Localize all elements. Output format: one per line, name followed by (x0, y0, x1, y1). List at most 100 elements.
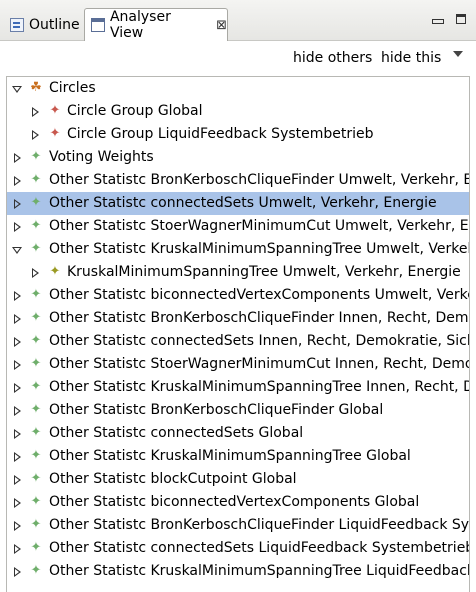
minimize-icon[interactable] (432, 19, 444, 24)
tree-item-statistic[interactable]: ✦ Other Statistc biconnectedVertexCompon… (7, 491, 469, 514)
collapsed-icon[interactable] (14, 406, 21, 416)
tree-item-statistic[interactable]: ✦ Other Statistc connectedSets Global (7, 422, 469, 445)
tree-item-statistic[interactable]: ✦ Other Statistc connectedSets LiquidFee… (7, 537, 469, 560)
collapsed-icon[interactable] (14, 153, 21, 163)
collapsed-icon[interactable] (14, 475, 21, 485)
tree-item-label: Other Statistc BronKerboschCliqueFinder … (49, 517, 470, 533)
tree-item-statistic[interactable]: ✦ Other Statistc KruskalMinimumSpanningT… (7, 376, 469, 399)
tab-outline-label: Outline (29, 16, 80, 33)
tree-item-statistic[interactable]: ✦ Other Statistc StoerWagnerMinimumCut U… (7, 215, 469, 238)
tree-item-label: Other Statistc KruskalMinimumSpanningTre… (49, 563, 470, 579)
statistic-icon: ✦ (30, 218, 42, 233)
expanded-icon[interactable] (12, 247, 22, 254)
tree-item-circles[interactable]: ☘ Circles (7, 77, 469, 100)
tree-item-label: Other Statistc biconnectedVertexComponen… (49, 287, 469, 303)
tree-item-statistic-expanded[interactable]: ✦ Other Statistc KruskalMinimumSpanningT… (7, 238, 469, 261)
tree-item-statistic[interactable]: ✦ Other Statistc KruskalMinimumSpanningT… (7, 560, 469, 583)
collapsed-icon[interactable] (14, 383, 21, 393)
tree-item-statistic[interactable]: ✦ Other Statistc blockCutpoint Global (7, 468, 469, 491)
tree-item-circle-group-global[interactable]: ✦ Circle Group Global (7, 100, 469, 123)
collapsed-icon[interactable] (14, 498, 21, 508)
tree-item-statistic[interactable]: ✦ Other Statistc StoerWagnerMinimumCut I… (7, 353, 469, 376)
collapsed-icon[interactable] (14, 452, 21, 462)
tree-item-label: Other Statistc BronKerboschCliqueFinder … (49, 310, 469, 326)
collapsed-icon[interactable] (14, 337, 21, 347)
view-icon (91, 18, 105, 32)
statistic-icon: ✦ (30, 471, 42, 486)
collapsed-icon[interactable] (14, 429, 21, 439)
tree-item-statistic-child[interactable]: ✦ KruskalMinimumSpanningTree Umwelt, Ver… (7, 261, 469, 284)
collapsed-icon[interactable] (14, 176, 21, 186)
statistic-icon: ✦ (30, 402, 42, 417)
analyser-tree[interactable]: ☘ Circles ✦ Circle Group Global ✦ Circle… (6, 76, 470, 592)
close-icon[interactable]: ⊠ (216, 18, 227, 33)
collapsed-icon[interactable] (14, 567, 21, 577)
tree-item-label: Circle Group LiquidFeedback Systembetrie… (67, 126, 374, 142)
tree-item-label: Other Statistc connectedSets Innen, Rech… (49, 333, 470, 349)
collapsed-icon[interactable] (14, 291, 21, 301)
statistic-icon: ✦ (30, 195, 42, 210)
tree-item-statistic[interactable]: ✦ Other Statistc BronKerboschCliqueFinde… (7, 514, 469, 537)
statistic-icon: ✦ (30, 149, 42, 164)
tree-item-circle-group-liquidfeedback[interactable]: ✦ Circle Group LiquidFeedback Systembetr… (7, 123, 469, 146)
collapsed-icon[interactable] (14, 544, 21, 554)
tree-item-label: Other Statistc BronKerboschCliqueFinder … (49, 172, 470, 188)
tree-item-label: KruskalMinimumSpanningTree Umwelt, Verke… (67, 264, 461, 280)
statistic-icon: ✦ (30, 448, 42, 463)
statistic-result-icon: ✦ (49, 264, 61, 279)
collapsed-icon[interactable] (14, 314, 21, 324)
tree-item-label: Other Statistc StoerWagnerMinimumCut Inn… (49, 356, 469, 372)
statistic-icon: ✦ (30, 310, 42, 325)
view-toolbar: hide others hide this (0, 41, 476, 73)
tree-item-label: Other Statistc connectedSets Umwelt, Ver… (49, 195, 437, 211)
collapsed-icon[interactable] (14, 199, 21, 209)
tree-item-statistic[interactable]: ✦ Other Statistc BronKerboschCliqueFinde… (7, 399, 469, 422)
tree-item-statistic-selected[interactable]: ✦ Other Statistc connectedSets Umwelt, V… (7, 192, 469, 215)
statistic-icon: ✦ (30, 172, 42, 187)
statistic-icon: ✦ (30, 379, 42, 394)
statistic-icon: ✦ (30, 287, 42, 302)
statistic-icon: ✦ (30, 494, 42, 509)
tree-item-statistic[interactable]: ✦ Other Statistc BronKerboschCliqueFinde… (7, 307, 469, 330)
tree-item-label: Other Statistc KruskalMinimumSpanningTre… (49, 448, 411, 464)
collapsed-icon[interactable] (14, 521, 21, 531)
collapsed-icon[interactable] (14, 222, 21, 232)
tree-item-statistic[interactable]: ✦ Other Statistc biconnectedVertexCompon… (7, 284, 469, 307)
tree-item-statistic[interactable]: ✦ Other Statistc KruskalMinimumSpanningT… (7, 445, 469, 468)
tree-item-label: Circle Group Global (67, 103, 203, 119)
tree-item-label: Other Statistc KruskalMinimumSpanningTre… (49, 379, 469, 395)
hide-this-button[interactable]: hide this (381, 50, 441, 66)
tree-item-voting-weights[interactable]: ✦ Voting Weights (7, 146, 469, 169)
statistic-icon: ✦ (30, 517, 42, 532)
view-tab-bar: Outline Analyser View ⊠ (0, 0, 476, 41)
tab-outline[interactable]: Outline (4, 9, 84, 40)
view-menu-icon[interactable] (453, 51, 463, 57)
collapsed-icon[interactable] (14, 360, 21, 370)
collapsed-icon[interactable] (32, 107, 39, 117)
statistic-icon: ✦ (30, 540, 42, 555)
tab-analyser-view[interactable]: Analyser View ⊠ (84, 8, 228, 41)
hide-others-button[interactable]: hide others (293, 50, 372, 66)
statistic-icon: ✦ (30, 356, 42, 371)
statistic-icon: ✦ (30, 563, 42, 578)
outline-icon (10, 17, 24, 32)
statistic-icon: ✦ (30, 333, 42, 348)
window-controls (432, 14, 466, 24)
tree-item-label: Other Statistc connectedSets Global (49, 425, 304, 441)
tree-item-label: Other Statistc connectedSets LiquidFeedb… (49, 540, 470, 556)
tree-item-label: Other Statistc StoerWagnerMinimumCut Umw… (49, 218, 470, 234)
expanded-icon[interactable] (12, 86, 22, 93)
tree-item-statistic[interactable]: ✦ Other Statistc connectedSets Innen, Re… (7, 330, 469, 353)
collapsed-icon[interactable] (32, 268, 39, 278)
maximize-icon[interactable] (456, 14, 466, 24)
statistic-icon: ✦ (30, 425, 42, 440)
collapsed-icon[interactable] (32, 130, 39, 140)
tree-item-label: Other Statistc biconnectedVertexComponen… (49, 494, 420, 510)
tree-item-label: Other Statistc BronKerboschCliqueFinder … (49, 402, 384, 418)
statistic-icon: ✦ (30, 241, 42, 256)
circle-group-icon: ✦ (49, 126, 61, 141)
tree-item-label: Other Statistc blockCutpoint Global (49, 471, 297, 487)
tree-item-label: Other Statistc KruskalMinimumSpanningTre… (49, 241, 469, 257)
tree-item-statistic[interactable]: ✦ Other Statistc BronKerboschCliqueFinde… (7, 169, 469, 192)
tree-item-label: Voting Weights (49, 149, 154, 165)
